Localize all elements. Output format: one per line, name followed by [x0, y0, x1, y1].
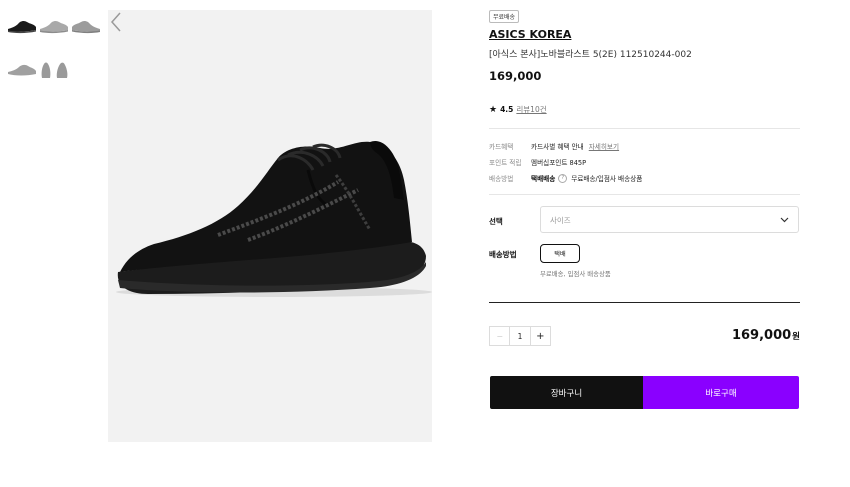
size-select[interactable]: 사이즈: [540, 206, 799, 233]
main-product-image: [108, 10, 432, 442]
points-label: 포인트 적립: [489, 159, 522, 167]
divider: [489, 194, 800, 195]
qty-value[interactable]: 1: [510, 327, 529, 345]
shipping-method-value: 택배배송: [531, 175, 556, 183]
shoe-thumb-grey-icon: [72, 20, 100, 34]
divider: [489, 128, 800, 129]
quantity-stepper: − 1 +: [489, 326, 551, 346]
rating-score: 4.5: [500, 105, 514, 114]
total-price-value: 169,000: [731, 328, 792, 343]
shipping-option-button[interactable]: 택배: [540, 244, 580, 263]
total-price-unit: 원: [792, 332, 800, 342]
review-count-link[interactable]: 리뷰10건: [516, 104, 546, 115]
qty-increase-button[interactable]: +: [529, 327, 550, 345]
add-to-cart-button[interactable]: 장바구니: [490, 376, 643, 409]
thumbnail-3[interactable]: [71, 14, 101, 38]
shoe-thumb-front-icon: [56, 62, 68, 78]
card-benefit-label: 카드혜택: [489, 143, 514, 151]
thumbnail-6[interactable]: [54, 58, 70, 82]
select-label: 선택: [489, 217, 503, 226]
thumbnail-5[interactable]: [39, 58, 53, 82]
shoe-thumb-grey-icon: [40, 20, 68, 34]
brand-link[interactable]: ASICS KOREA: [489, 28, 571, 41]
shipping-method-row: 배송방법 택배배송 ? 무료배송/입점사 배송상품: [489, 173, 642, 183]
card-benefit-row: 카드혜택 카드사별 혜택 안내 자세히보기: [489, 141, 619, 151]
shoe-thumb-heel-icon: [41, 62, 51, 78]
buy-now-button[interactable]: 바로구매: [643, 376, 799, 409]
prev-image-arrow-icon[interactable]: [108, 10, 124, 34]
shipping-method-note: 무료배송/입점사 배송상품: [571, 175, 643, 183]
help-icon[interactable]: ?: [558, 173, 568, 183]
thumbnail-2[interactable]: [39, 14, 69, 38]
points-value: 멤버십포인트 845P: [531, 159, 587, 167]
product-name: [아식스 본사]노바블라스트 5(2E) 112510244-002: [489, 50, 692, 60]
thumbnail-1[interactable]: [7, 14, 37, 38]
rating-row: ★ 4.5 리뷰10건: [489, 104, 547, 115]
running-shoe-illustration: [116, 140, 432, 297]
chevron-down-icon: [780, 217, 789, 223]
product-price: 169,000: [489, 69, 542, 83]
divider: [489, 302, 800, 303]
points-row: 포인트 적립 멤버십포인트 845P: [489, 157, 586, 167]
card-benefit-value: 카드사별 혜택 안내: [531, 143, 584, 151]
card-benefit-detail-link[interactable]: 자세히보기: [589, 141, 619, 151]
shipping-option-note: 무료배송, 입점사 배송상품: [540, 270, 611, 278]
shipping-method-label: 배송방법: [489, 175, 514, 183]
total-price: 169,000 원: [732, 328, 800, 343]
shoe-thumb-grey-icon: [8, 64, 36, 76]
thumbnail-4[interactable]: [7, 58, 37, 82]
shipping-option-label: 배송방법: [489, 250, 517, 259]
free-shipping-badge: 무료배송: [489, 10, 520, 23]
size-select-placeholder: 사이즈: [550, 216, 571, 225]
shoe-thumb-black-icon: [8, 20, 36, 34]
qty-decrease-button[interactable]: −: [490, 327, 511, 345]
star-icon: ★: [489, 104, 498, 115]
